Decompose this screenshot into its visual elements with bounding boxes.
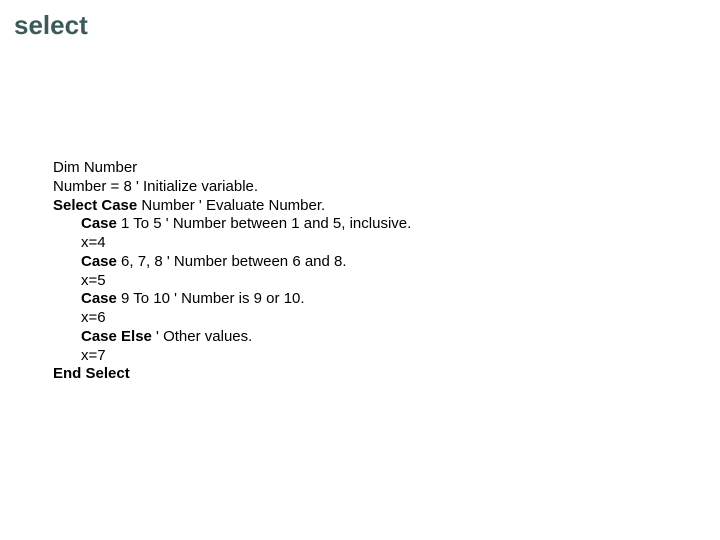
code-text: 1 To 5 ' Number between 1 and 5, inclusi… <box>117 215 411 232</box>
code-line: Case 6, 7, 8 ' Number between 6 and 8. <box>53 253 720 272</box>
code-block: Dim Number Number = 8 ' Initialize varia… <box>0 41 720 384</box>
code-keyword: End Select <box>53 365 130 382</box>
code-line: Case Else ' Other values. <box>53 328 720 347</box>
code-text: ' Other values. <box>152 328 252 345</box>
code-line: Dim Number <box>53 159 720 178</box>
code-text: 9 To 10 ' Number is 9 or 10. <box>117 290 305 307</box>
code-keyword: Select Case <box>53 197 137 214</box>
code-text: x=6 <box>81 309 106 326</box>
code-line: Number = 8 ' Initialize variable. <box>53 178 720 197</box>
code-text: Number ' Evaluate Number. <box>137 197 325 214</box>
code-line: Select Case Number ' Evaluate Number. <box>53 197 720 216</box>
code-line: End Select <box>53 365 720 384</box>
code-text: Dim Number <box>53 159 137 176</box>
code-text: 6, 7, 8 ' Number between 6 and 8. <box>117 253 347 270</box>
code-line: x=7 <box>53 347 720 366</box>
code-line: x=5 <box>53 272 720 291</box>
code-line: x=4 <box>53 234 720 253</box>
code-text: x=7 <box>81 347 106 364</box>
code-keyword: Case <box>81 253 117 270</box>
code-keyword: Case <box>81 290 117 307</box>
code-line: Case 9 To 10 ' Number is 9 or 10. <box>53 290 720 309</box>
code-keyword: Case <box>81 215 117 232</box>
code-line: x=6 <box>53 309 720 328</box>
code-text: Number = 8 ' Initialize variable. <box>53 178 258 195</box>
slide-title: select <box>0 0 720 41</box>
code-keyword: Case Else <box>81 328 152 345</box>
code-text: x=4 <box>81 234 106 251</box>
code-line: Case 1 To 5 ' Number between 1 and 5, in… <box>53 215 720 234</box>
code-text: x=5 <box>81 272 106 289</box>
